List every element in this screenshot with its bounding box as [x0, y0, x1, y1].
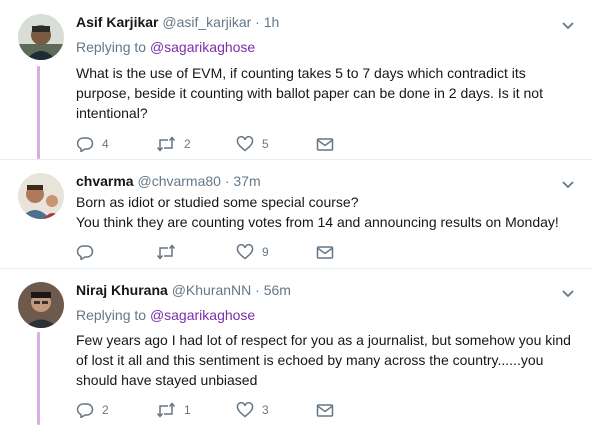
tweet-text-line: should have stayed unbiased	[76, 372, 258, 388]
tweet-text: Born as idiot or studied some special co…	[76, 192, 581, 232]
tweet-niraj[interactable]: Niraj Khurana @KhuranNN · 56m Replying t…	[0, 269, 592, 425]
tweet-text-line: Few years ago I had lot of respect for y…	[76, 332, 571, 348]
display-name[interactable]: chvarma	[76, 173, 134, 189]
reply-count: 4	[102, 137, 109, 151]
retweet-count: 1	[184, 403, 191, 417]
replying-to: Replying to @sagarikaghose	[76, 307, 255, 323]
tweet-text-line: purpose, beside it counting with ballot …	[76, 85, 543, 101]
tweet-actions: 2 1 3	[76, 400, 376, 420]
retweet-button[interactable]: 1	[156, 400, 191, 420]
tweet-asif[interactable]: Asif Karjikar @asif_karjikar · 1h Replyi…	[0, 0, 592, 159]
replying-to-handle[interactable]: @sagarikaghose	[150, 307, 255, 323]
heart-icon	[236, 136, 254, 152]
avatar[interactable]	[18, 14, 64, 60]
avatar[interactable]	[18, 173, 64, 219]
tweet-actions: 4 2 5	[76, 134, 376, 154]
envelope-icon	[316, 402, 334, 418]
avatar[interactable]	[18, 282, 64, 328]
replying-to-label: Replying to	[76, 39, 147, 55]
direct-message-button[interactable]	[316, 400, 334, 420]
replying-to: Replying to @sagarikaghose	[76, 39, 255, 55]
thread-line	[37, 332, 40, 425]
retweet-icon	[156, 244, 176, 260]
tweet-header: Asif Karjikar @asif_karjikar · 1h	[76, 14, 279, 30]
tweet-text: Few years ago I had lot of respect for y…	[76, 330, 581, 390]
user-handle[interactable]: @KhuranNN	[172, 282, 252, 298]
user-handle[interactable]: @asif_karjikar	[162, 14, 251, 30]
reply-button[interactable]: 2	[76, 400, 109, 420]
chevron-down-icon[interactable]	[560, 176, 576, 192]
tweet-header: chvarma @chvarma80 · 37m	[76, 173, 261, 189]
heart-icon	[236, 402, 254, 418]
tweet-text-line: What is the use of EVM, if counting take…	[76, 65, 526, 81]
chevron-down-icon[interactable]	[560, 285, 576, 301]
tweet-actions: 9	[76, 242, 376, 262]
retweet-icon	[156, 136, 176, 152]
like-button[interactable]: 3	[236, 400, 269, 420]
tweet-text: What is the use of EVM, if counting take…	[76, 63, 581, 123]
direct-message-button[interactable]	[316, 242, 334, 262]
reply-count: 2	[102, 403, 109, 417]
retweet-button[interactable]: 2	[156, 134, 191, 154]
tweet-chvarma[interactable]: chvarma @chvarma80 · 37m Born as idiot o…	[0, 160, 592, 268]
tweet-text-line: intentional?	[76, 105, 148, 121]
retweet-button[interactable]	[156, 242, 184, 262]
direct-message-button[interactable]	[316, 134, 334, 154]
chevron-down-icon[interactable]	[560, 17, 576, 33]
tweet-text-line: Born as idiot or studied some special co…	[76, 194, 359, 210]
reply-icon	[76, 244, 94, 260]
envelope-icon	[316, 136, 334, 152]
retweet-count: 2	[184, 137, 191, 151]
envelope-icon	[316, 244, 334, 260]
reply-icon	[76, 402, 94, 418]
like-count: 5	[262, 137, 269, 151]
display-name[interactable]: Asif Karjikar	[76, 14, 158, 30]
like-button[interactable]: 5	[236, 134, 269, 154]
timestamp[interactable]: · 37m	[225, 173, 261, 189]
like-count: 3	[262, 403, 269, 417]
replying-to-handle[interactable]: @sagarikaghose	[150, 39, 255, 55]
thread-line	[37, 66, 40, 159]
reply-button[interactable]: 4	[76, 134, 109, 154]
tweet-text-line: of lost it all and this sentiment is ech…	[76, 352, 544, 368]
like-button[interactable]: 9	[236, 242, 269, 262]
replying-to-label: Replying to	[76, 307, 147, 323]
display-name[interactable]: Niraj Khurana	[76, 282, 168, 298]
timestamp[interactable]: · 56m	[255, 282, 291, 298]
like-count: 9	[262, 245, 269, 259]
tweet-text-line: You think they are counting votes from 1…	[76, 214, 559, 230]
user-handle[interactable]: @chvarma80	[137, 173, 220, 189]
timestamp[interactable]: · 1h	[255, 14, 279, 30]
reply-button[interactable]	[76, 242, 102, 262]
reply-icon	[76, 136, 94, 152]
tweet-header: Niraj Khurana @KhuranNN · 56m	[76, 282, 291, 298]
retweet-icon	[156, 402, 176, 418]
heart-icon	[236, 244, 254, 260]
